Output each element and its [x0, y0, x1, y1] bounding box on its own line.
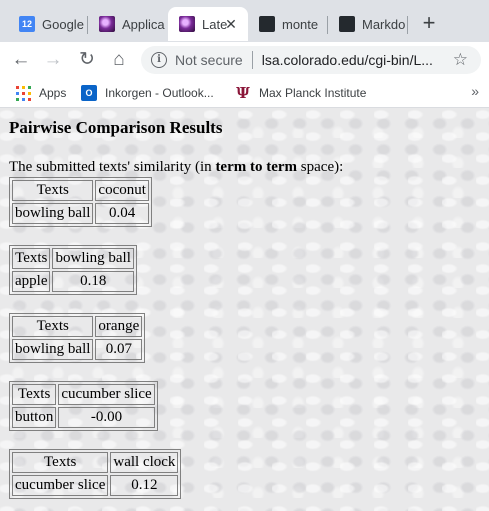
tab-label: Markdo [362, 16, 406, 32]
tab-label: Applica [122, 16, 165, 32]
outlook-icon: O [81, 85, 97, 101]
new-tab-button[interactable]: + [415, 10, 443, 38]
toolbar: ← → ↻ ⌂ i Not secure lsa.colorado.edu/cg… [0, 42, 489, 78]
header-cell: bowling ball [52, 248, 134, 269]
calendar-icon: 12 [19, 16, 35, 32]
term-cell: button [12, 407, 57, 428]
intro-prefix: The submitted texts' similarity (in [9, 159, 216, 175]
header-cell: Texts [12, 384, 57, 405]
term-cell: bowling ball [12, 203, 94, 224]
term-cell: apple [12, 271, 51, 292]
table-header-row: Texts wall clock [12, 452, 179, 473]
intro-text: The submitted texts' similarity (in term… [9, 159, 343, 176]
bookmark-outlook[interactable]: O Inkorgen - Outlook... [81, 83, 214, 103]
comparison-table: Texts cucumber slice button -0.00 [9, 381, 158, 431]
reload-button[interactable]: ↻ [74, 47, 100, 73]
bookmark-label: Max Planck Institute [259, 86, 367, 100]
close-icon[interactable]: ✕ [222, 15, 240, 33]
similarity-cell: -0.00 [58, 407, 155, 428]
comparison-table: Texts coconut bowling ball 0.04 [9, 177, 152, 227]
tab-github-markdown[interactable]: Markdo [328, 7, 408, 41]
forward-button[interactable]: → [40, 47, 66, 73]
purple-orb-icon [99, 16, 115, 32]
table-row: bowling ball 0.04 [12, 203, 149, 224]
home-button[interactable]: ⌂ [106, 47, 132, 73]
bookmark-max-planck[interactable]: Ψ Max Planck Institute [235, 83, 366, 103]
term-cell: cucumber slice [12, 475, 109, 496]
bookmarks-bar: Apps O Inkorgen - Outlook... Ψ Max Planc… [0, 78, 489, 108]
tab-github-monte[interactable]: monte [248, 7, 328, 41]
tab-google-calendar[interactable]: 12 Google [8, 7, 88, 41]
table-row: button -0.00 [12, 407, 155, 428]
page-title: Pairwise Comparison Results [9, 118, 223, 137]
similarity-cell: 0.07 [95, 339, 143, 360]
info-icon[interactable]: i [151, 52, 167, 68]
more-bookmarks-button[interactable]: » [471, 83, 479, 99]
comparison-table: Texts wall clock cucumber slice 0.12 [9, 449, 182, 499]
bookmark-star-icon[interactable]: ☆ [453, 50, 468, 70]
bookmark-label: Inkorgen - Outlook... [105, 86, 214, 100]
table-header-row: Texts coconut [12, 180, 149, 201]
comparison-table: Texts bowling ball apple 0.18 [9, 245, 137, 295]
header-cell: coconut [95, 180, 149, 201]
similarity-cell: 0.18 [52, 271, 134, 292]
header-cell: Texts [12, 316, 94, 337]
header-cell: Texts [12, 452, 109, 473]
page-content: Pairwise Comparison Results The submitte… [0, 108, 489, 511]
table-row: apple 0.18 [12, 271, 134, 292]
address-bar[interactable]: i Not secure lsa.colorado.edu/cgi-bin/L.… [141, 46, 481, 74]
tab-strip: 12 Google Applica Late ✕ monte Markdo + [0, 0, 489, 42]
intro-space-type: term to term [215, 159, 298, 175]
header-cell: cucumber slice [58, 384, 155, 405]
header-cell: orange [95, 316, 143, 337]
address-separator [251, 51, 253, 69]
tab-label: monte [282, 16, 319, 32]
term-cell: bowling ball [12, 339, 94, 360]
intro-suffix: space): [297, 159, 344, 175]
table-header-row: Texts bowling ball [12, 248, 134, 269]
header-cell: Texts [12, 180, 94, 201]
table-header-row: Texts orange [12, 316, 143, 337]
header-cell: wall clock [110, 452, 179, 473]
url-text[interactable]: lsa.colorado.edu/cgi-bin/L... [262, 52, 449, 68]
security-status: Not secure [175, 52, 243, 68]
header-cell: Texts [12, 248, 51, 269]
max-planck-icon: Ψ [236, 84, 250, 102]
comparison-table: Texts orange bowling ball 0.07 [9, 313, 146, 363]
similarity-cell: 0.12 [110, 475, 179, 496]
tab-lsa-active[interactable]: Late ✕ [168, 7, 248, 41]
table-row: cucumber slice 0.12 [12, 475, 179, 496]
purple-orb-icon [179, 16, 195, 32]
apps-grid-icon [16, 85, 31, 101]
github-icon [259, 16, 275, 32]
bookmark-apps[interactable]: Apps [16, 83, 66, 103]
tab-separator [407, 16, 408, 34]
tab-application[interactable]: Applica [88, 7, 168, 41]
bookmark-label: Apps [39, 86, 67, 100]
back-button[interactable]: ← [8, 47, 34, 73]
github-icon [339, 16, 355, 32]
table-header-row: Texts cucumber slice [12, 384, 155, 405]
table-row: bowling ball 0.07 [12, 339, 143, 360]
similarity-cell: 0.04 [95, 203, 149, 224]
tab-label: Google [42, 16, 84, 32]
